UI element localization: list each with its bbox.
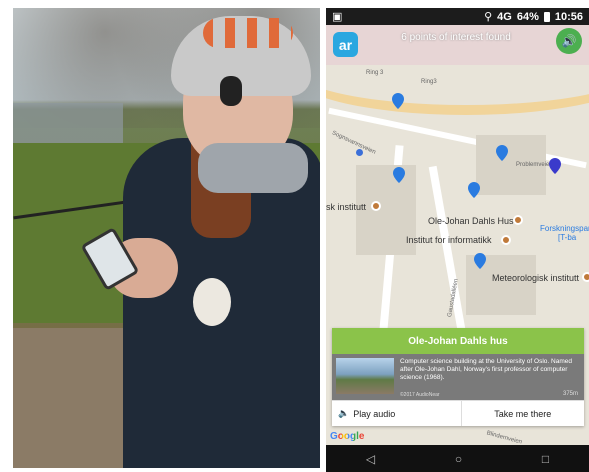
photo-woman-with-phone — [13, 8, 320, 468]
take-me-there-button[interactable]: Take me there — [460, 401, 585, 426]
poi-copyright: ©2017 AudioNear — [400, 392, 440, 398]
location-icon: ⚲ — [484, 11, 493, 23]
my-location-icon — [356, 149, 363, 156]
map-pin-icon[interactable] — [474, 253, 486, 269]
signal-label: 4G — [497, 10, 512, 23]
poi-details: Computer science building at the Univers… — [332, 354, 584, 400]
card-actions: 🔈 Play audio Take me there — [332, 400, 584, 426]
map-pin-selected-icon[interactable] — [549, 158, 561, 174]
poi-label: Forskningspar — [540, 224, 589, 233]
road-label: Problemveien — [516, 162, 553, 168]
sleeve-patch — [193, 278, 231, 326]
poi-description: Computer science building at the Univers… — [400, 358, 572, 381]
back-button[interactable]: ◁ — [366, 452, 375, 466]
map-pin-icon[interactable] — [468, 182, 480, 198]
map-road — [328, 107, 587, 169]
poi-label: Institut for informatikk — [406, 235, 492, 245]
battery-icon — [543, 11, 550, 22]
volume-icon[interactable]: 🔊 — [556, 28, 582, 54]
poi-icon — [371, 201, 381, 211]
poi-icon — [501, 235, 511, 245]
map-pin-icon[interactable] — [496, 145, 508, 161]
top-overlay — [326, 25, 589, 65]
map-pin-icon[interactable] — [393, 167, 405, 183]
take-me-there-label: Take me there — [494, 408, 552, 419]
app-logo[interactable]: ar — [333, 32, 358, 57]
road-label: Ring 3 — [366, 70, 384, 76]
android-nav-bar: ◁ ○ □ — [326, 445, 589, 472]
phone-screen: ▣ ⚲ 4G 64% 10:56 Ring 3 Ring3 Problemvei… — [326, 8, 589, 472]
headphone-icon — [220, 76, 242, 106]
poi-label: [T-ba — [558, 233, 577, 242]
battery-label: 64% — [516, 10, 539, 23]
notification-icon: ▣ — [332, 11, 343, 23]
play-audio-label: Play audio — [353, 408, 396, 419]
hat-pattern — [203, 18, 293, 48]
status-bar: ▣ ⚲ 4G 64% 10:56 — [326, 8, 589, 25]
road-label: Ring3 — [421, 79, 437, 85]
play-audio-button[interactable]: 🔈 Play audio — [332, 401, 461, 426]
poi-thumbnail — [336, 358, 394, 394]
poi-info-card[interactable]: Ole-Johan Dahls hus Computer science bui… — [332, 328, 584, 426]
recents-button[interactable]: □ — [542, 452, 549, 466]
google-text: Google — [330, 431, 365, 442]
poi-label: Meteorologisk institutt — [492, 273, 580, 283]
google-attribution: Google — [330, 431, 364, 442]
poi-label: sk institutt — [326, 202, 367, 212]
speaker-icon: 🔈 — [338, 408, 350, 418]
poi-label: Ole-Johan Dahls Hus — [428, 216, 514, 226]
road-label: Blindernveien — [485, 430, 523, 446]
poi-icon — [582, 272, 589, 282]
poi-distance: 375m — [562, 391, 578, 397]
home-button[interactable]: ○ — [455, 452, 462, 466]
clock: 10:56 — [554, 10, 583, 23]
poi-title: Ole-Johan Dahls hus — [332, 328, 584, 354]
poi-count-label: 6 points of interest found — [401, 32, 511, 43]
background-building — [13, 103, 123, 143]
map-pin-icon[interactable] — [392, 93, 404, 109]
jacket-collar — [198, 143, 308, 193]
road-label: Sognsvannsveien — [330, 130, 377, 156]
poi-icon — [513, 215, 523, 225]
